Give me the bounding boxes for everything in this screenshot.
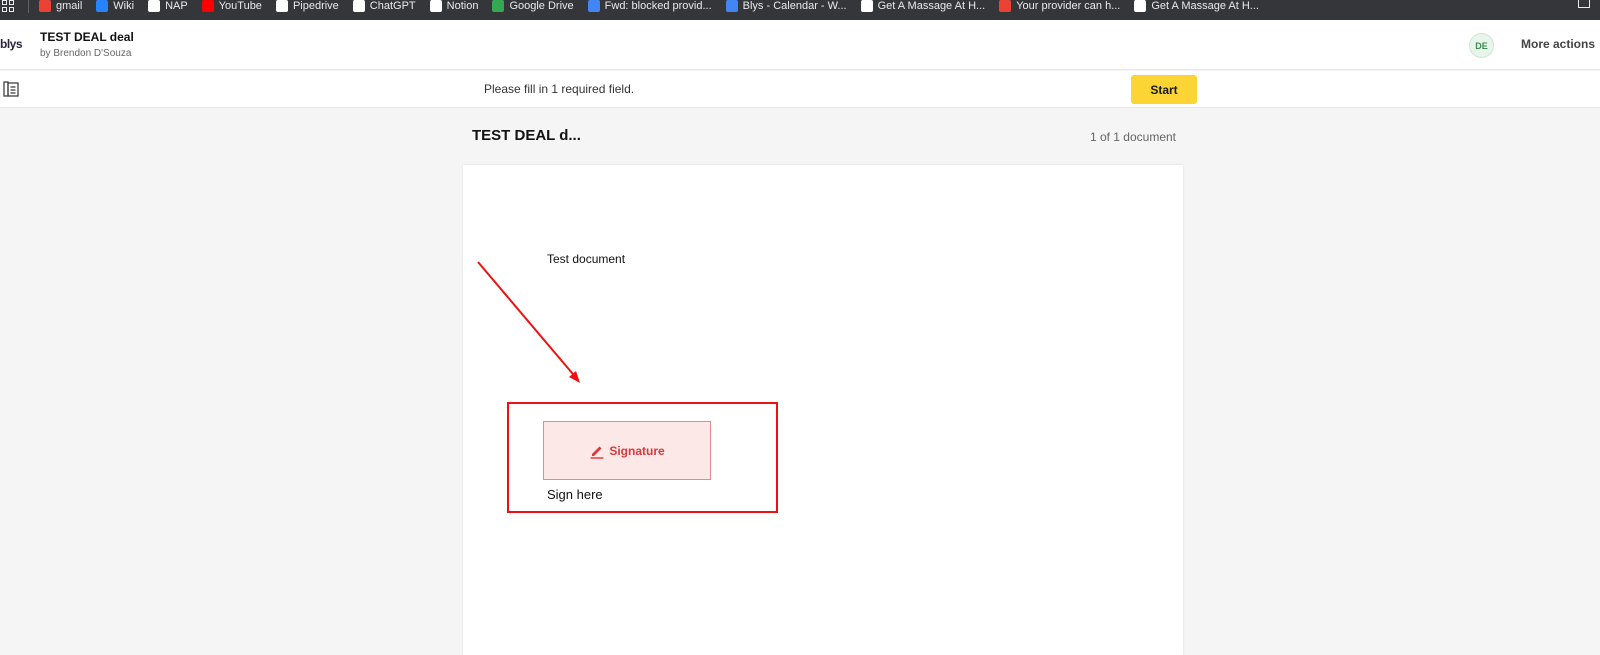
pipedrive-icon bbox=[275, 0, 288, 12]
gmail-icon bbox=[39, 0, 51, 12]
required-fields-bar: Please fill in 1 required field. Start bbox=[0, 71, 1600, 108]
bookmark-item[interactable]: YouTube bbox=[201, 0, 262, 12]
viewer-document-title: TEST DEAL d... bbox=[472, 127, 581, 144]
confluence-icon bbox=[96, 0, 109, 12]
bookmark-label: Fwd: blocked provid... bbox=[604, 0, 712, 12]
bookmark-item[interactable]: Your provider can h... bbox=[999, 0, 1120, 12]
page-icon bbox=[148, 0, 161, 12]
document-author: by Brendon D'Souza bbox=[40, 48, 132, 59]
bookmark-label: YouTube bbox=[218, 0, 262, 12]
bookmark-label: NAP bbox=[165, 0, 188, 12]
youtube-icon bbox=[201, 0, 214, 12]
bookmark-label: Get A Massage At H... bbox=[1151, 0, 1259, 12]
more-actions-button[interactable]: More actions bbox=[1521, 37, 1595, 51]
window-restore-icon[interactable] bbox=[1578, 0, 1590, 8]
bookmark-list: gmail Wiki NAP YouTube Pipedrive ChatGPT Notio… bbox=[39, 0, 1273, 16]
bookmark-label: Get A Massage At H... bbox=[877, 0, 986, 12]
bookmark-item[interactable]: gmail bbox=[39, 0, 82, 12]
page-icon bbox=[1134, 0, 1147, 12]
chatgpt-icon bbox=[352, 0, 365, 12]
bookmark-label: Notion bbox=[446, 0, 479, 12]
annotation-highlight-box bbox=[507, 402, 778, 513]
start-button[interactable]: Start bbox=[1131, 75, 1197, 104]
apps-grid-icon[interactable] bbox=[2, 0, 18, 12]
app-header: blys TEST DEAL deal by Brendon D'Souza D… bbox=[0, 20, 1600, 70]
avatar[interactable]: DE bbox=[1469, 33, 1494, 58]
bookmark-item[interactable]: ChatGPT bbox=[352, 0, 416, 12]
page-icon bbox=[860, 0, 873, 12]
bookmark-label: Wiki bbox=[113, 0, 135, 12]
bookmark-item[interactable]: Notion bbox=[429, 0, 479, 12]
document-count: 1 of 1 document bbox=[1089, 130, 1176, 144]
bookmark-item[interactable]: Google Drive bbox=[492, 0, 574, 12]
bookmark-item[interactable]: Fwd: blocked provid... bbox=[587, 0, 712, 12]
bookmark-label: Pipedrive bbox=[292, 0, 339, 12]
google-icon bbox=[587, 0, 600, 12]
bookmark-label: gmail bbox=[56, 0, 83, 12]
google-drive-icon bbox=[492, 0, 505, 12]
bookmark-label: ChatGPT bbox=[369, 0, 416, 12]
bookmark-label: Blys - Calendar - W... bbox=[742, 0, 847, 12]
bookmark-item[interactable]: Pipedrive bbox=[275, 0, 339, 12]
document-title: TEST DEAL deal bbox=[40, 30, 134, 44]
gmail-icon bbox=[999, 0, 1012, 12]
required-field-notice: Please fill in 1 required field. bbox=[484, 82, 635, 96]
bookmark-item[interactable]: NAP bbox=[148, 0, 188, 12]
bookmarks-bar: gmail Wiki NAP YouTube Pipedrive ChatGPT Notio… bbox=[0, 0, 1600, 20]
documents-panel-icon[interactable] bbox=[3, 81, 19, 97]
annotation-arrow bbox=[477, 261, 580, 383]
bookmark-item[interactable]: Get A Massage At H... bbox=[1134, 0, 1259, 12]
bookmarks-separator bbox=[28, 0, 29, 13]
calendar-icon bbox=[725, 0, 738, 12]
bookmark-label: Your provider can h... bbox=[1016, 0, 1121, 12]
bookmark-label: Google Drive bbox=[509, 0, 574, 12]
notion-icon bbox=[429, 0, 442, 12]
bookmark-item[interactable]: Get A Massage At H... bbox=[860, 0, 986, 12]
bookmark-item[interactable]: Blys - Calendar - W... bbox=[725, 0, 847, 12]
blys-logo[interactable]: blys bbox=[0, 37, 23, 51]
bookmark-item[interactable]: Wiki bbox=[96, 0, 134, 12]
